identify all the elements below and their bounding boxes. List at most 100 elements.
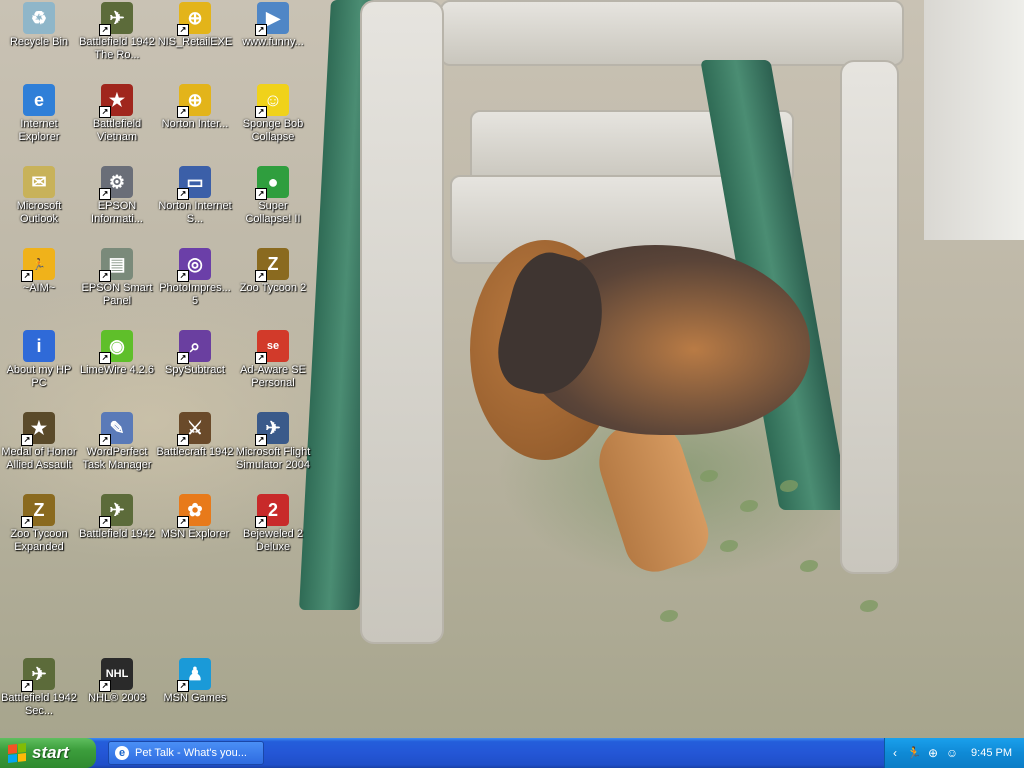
- desktop-icon-limewire[interactable]: ◉ ↗ LimeWire 4.2.6: [78, 330, 156, 377]
- desktop-icon-flight-simulator[interactable]: ✈ ↗ Microsoft Flight Simulator 2004: [234, 412, 312, 472]
- shortcut-arrow-icon: ↗: [255, 352, 267, 364]
- system-tray: ‹ 🏃 ⊕ ☺ 9:45 PM: [884, 738, 1024, 768]
- tray-aim-icon[interactable]: 🏃: [906, 745, 922, 761]
- wallpaper-chair-edge: [360, 0, 444, 644]
- windows-flag-icon: [8, 743, 26, 763]
- desktop[interactable]: ♻ Recycle Bin ✈ ↗ Battlefield 1942 The Ro...…: [0, 0, 1024, 738]
- shortcut-arrow-icon: ↗: [255, 106, 267, 118]
- desktop-icon-zoo-tycoon-2[interactable]: Z ↗ Zoo Tycoon 2: [234, 248, 312, 295]
- desktop-icon-nis-retail[interactable]: ⊕ ↗ NIS_RetailEXE: [156, 2, 234, 49]
- desktop-icon-spongebob-collapse[interactable]: ☺ ↗ Sponge Bob Collapse: [234, 84, 312, 144]
- desktop-icon-epson-smart-panel[interactable]: ▤ ↗ EPSON Smart Panel: [78, 248, 156, 308]
- desktop-icon-label: Microsoft Flight Simulator 2004: [235, 446, 311, 471]
- desktop-icon-medal-of-honor[interactable]: ★ ↗ Medal of Honor Allied Assault: [0, 412, 78, 472]
- shortcut-arrow-icon: ↗: [99, 270, 111, 282]
- desktop-icon-norton-internet-security[interactable]: ⊕ ↗ Norton Inter...: [156, 84, 234, 131]
- desktop-icon-internet-explorer[interactable]: e Internet Explorer: [0, 84, 78, 144]
- desktop-icon-battlecraft-1942[interactable]: ⚔ ↗ Battlecraft 1942: [156, 412, 234, 459]
- shortcut-arrow-icon: ↗: [21, 516, 33, 528]
- shortcut-arrow-icon: ↗: [177, 24, 189, 36]
- desktop-icon-zoo-tycoon-expanded[interactable]: Z ↗ Zoo Tycoon Expanded: [0, 494, 78, 554]
- tray-arrow-icon[interactable]: ‹: [887, 745, 903, 761]
- norton-internet-security-icon: ⊕ ↗: [177, 84, 211, 118]
- wallpaper-chair-edge: [840, 60, 899, 574]
- tray-norton-icon[interactable]: ⊕: [925, 745, 941, 761]
- desktop-icon-label: www.funny...: [242, 36, 304, 48]
- desktop-icon-label: Recycle Bin: [9, 36, 69, 48]
- taskbar-item-label: Pet Talk - What's you...: [135, 747, 247, 759]
- shortcut-arrow-icon: ↗: [255, 434, 267, 446]
- desktop-icon-norton-internet-5[interactable]: ▭ ↗ Norton Internet S...: [156, 166, 234, 226]
- desktop-icon-label: SpySubtract: [165, 364, 225, 376]
- desktop-icon-bejeweled-2[interactable]: 2 ↗ Bejeweled 2 Deluxe: [234, 494, 312, 554]
- desktop-icon-battlefield-vietnam[interactable]: ★ ↗ Battlefield Vietnam: [78, 84, 156, 144]
- recycle-bin-icon: ♻: [23, 2, 55, 34]
- desktop-icon-label: Battlefield 1942 Sec...: [1, 692, 77, 717]
- desktop-icon-aim[interactable]: 🏃 ↗ ~AIM~: [0, 248, 78, 295]
- taskbar: start e Pet Talk - What's you... ‹ 🏃 ⊕ ☺ 9:…: [0, 738, 1024, 768]
- desktop-icon-label: Super Collapse! II: [245, 200, 301, 225]
- shortcut-arrow-icon: ↗: [177, 188, 189, 200]
- epson-information-icon: ⚙ ↗: [99, 166, 133, 200]
- wallpaper-dog-paw: [588, 410, 717, 580]
- desktop-icon-label: Zoo Tycoon 2: [239, 282, 307, 294]
- msn-explorer-icon: ✿ ↗: [177, 494, 211, 528]
- desktop-icon-label: Medal of Honor Allied Assault: [1, 446, 77, 471]
- shortcut-arrow-icon: ↗: [255, 188, 267, 200]
- funny-link-icon: ▶ ↗: [255, 2, 289, 36]
- desktop-icon-photoimpression[interactable]: ◎ ↗ PhotoImpres... 5: [156, 248, 234, 308]
- flight-simulator-icon: ✈ ↗: [255, 412, 289, 446]
- msn-games-icon: ♟ ↗: [177, 658, 211, 692]
- desktop-icon-battlefield-1942-road[interactable]: ✈ ↗ Battlefield 1942 The Ro...: [78, 2, 156, 62]
- desktop-icon-msn-explorer[interactable]: ✿ ↗ MSN Explorer: [156, 494, 234, 541]
- wallpaper-wall: [924, 0, 1024, 240]
- aim-icon: 🏃 ↗: [21, 248, 55, 282]
- desktop-icon-ad-aware[interactable]: se ↗ Ad-Aware SE Personal: [234, 330, 312, 390]
- desktop-icon-epson-information[interactable]: ⚙ ↗ EPSON Informati...: [78, 166, 156, 226]
- desktop-icon-battlefield-1942[interactable]: ✈ ↗ Battlefield 1942: [78, 494, 156, 541]
- clock[interactable]: 9:45 PM: [971, 747, 1012, 759]
- desktop-icon-msn-games[interactable]: ♟ ↗ MSN Games: [156, 658, 234, 705]
- shortcut-arrow-icon: ↗: [177, 516, 189, 528]
- desktop-icon-label: Zoo Tycoon Expanded: [10, 528, 68, 553]
- wordperfect-task-manager-icon: ✎ ↗: [99, 412, 133, 446]
- photoimpression-icon: ◎ ↗: [177, 248, 211, 282]
- shortcut-arrow-icon: ↗: [255, 516, 267, 528]
- desktop-icon-label: PhotoImpres... 5: [159, 282, 231, 307]
- shortcut-arrow-icon: ↗: [177, 434, 189, 446]
- desktop-icon-label: Battlefield 1942 The Ro...: [79, 36, 155, 61]
- shortcut-arrow-icon: ↗: [21, 270, 33, 282]
- desktop-icon-label: NIS_RetailEXE: [157, 36, 233, 48]
- desktop-icon-recycle-bin[interactable]: ♻ Recycle Bin: [0, 2, 78, 49]
- desktop-icon-label: Battlefield 1942: [79, 528, 155, 540]
- norton-internet-5-icon: ▭ ↗: [177, 166, 211, 200]
- battlefield-1942-secret-icon: ✈ ↗: [21, 658, 55, 692]
- desktop-icon-funny-link[interactable]: ▶ ↗ www.funny...: [234, 2, 312, 49]
- super-collapse-icon: ● ↗: [255, 166, 289, 200]
- desktop-icon-microsoft-outlook[interactable]: ✉ Microsoft Outlook: [0, 166, 78, 226]
- desktop-icon-label: MSN Explorer: [160, 528, 230, 540]
- shortcut-arrow-icon: ↗: [99, 188, 111, 200]
- desktop-icon-super-collapse[interactable]: ● ↗ Super Collapse! II: [234, 166, 312, 226]
- desktop-icon-about-my-hp-pc[interactable]: i About my HP PC: [0, 330, 78, 390]
- shortcut-arrow-icon: ↗: [21, 680, 33, 692]
- microsoft-outlook-icon: ✉: [23, 166, 55, 198]
- desktop-icon-battlefield-1942-secret[interactable]: ✈ ↗ Battlefield 1942 Sec...: [0, 658, 78, 718]
- taskbar-item-pet-talk[interactable]: e Pet Talk - What's you...: [108, 741, 264, 765]
- start-label: start: [32, 743, 69, 762]
- desktop-icon-label: Internet Explorer: [18, 118, 60, 143]
- tray-users-icon[interactable]: ☺: [944, 745, 960, 761]
- shortcut-arrow-icon: ↗: [99, 106, 111, 118]
- shortcut-arrow-icon: ↗: [99, 680, 111, 692]
- limewire-icon: ◉ ↗: [99, 330, 133, 364]
- desktop-icon-label: ~AIM~: [22, 282, 56, 294]
- desktop-icon-wordperfect-task-manager[interactable]: ✎ ↗ WordPerfect Task Manager: [78, 412, 156, 472]
- desktop-icon-label: Norton Inter...: [161, 118, 229, 130]
- desktop-icon-spysubtract[interactable]: ⌕ ↗ SpySubtract: [156, 330, 234, 377]
- start-button[interactable]: start: [0, 738, 96, 768]
- about-my-hp-pc-icon: i: [23, 330, 55, 362]
- nis-retail-icon: ⊕ ↗: [177, 2, 211, 36]
- shortcut-arrow-icon: ↗: [99, 434, 111, 446]
- desktop-icon-label: MSN Games: [163, 692, 227, 704]
- desktop-icon-nhl-2003[interactable]: NHL ↗ NHL® 2003: [78, 658, 156, 705]
